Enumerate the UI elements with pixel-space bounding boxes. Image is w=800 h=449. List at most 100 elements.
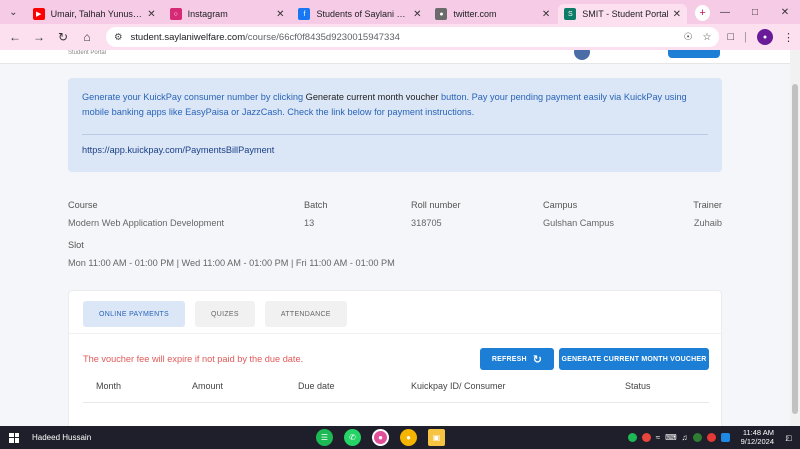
page-scrollbar[interactable]: [790, 50, 800, 426]
column-amount: Amount: [192, 381, 224, 391]
refresh-label: REFRESH: [491, 355, 527, 363]
scrollbar-thumb[interactable]: [792, 84, 798, 414]
roll-label: Roll number: [411, 200, 461, 210]
course-label: Course: [68, 200, 98, 210]
clock-time: 11:48 AM: [742, 428, 774, 437]
spotify-icon[interactable]: ☰: [316, 429, 333, 446]
tab-close-icon[interactable]: ✕: [147, 9, 155, 20]
chrome-icon[interactable]: ●: [400, 429, 417, 446]
trainer-label: Trainer: [693, 200, 722, 210]
system-tray: ≈ ⌨ ♫ 11:48 AM 9/12/2024: [627, 428, 774, 446]
taskbar-apps: ☰ ✆ ● ● ▣: [316, 429, 445, 446]
voucher-expiry-warning: The voucher fee will expire if not paid …: [83, 354, 304, 364]
smit-icon: S: [564, 8, 577, 20]
app-tray-icon[interactable]: [720, 432, 730, 442]
browser-tab-twitter[interactable]: ● twitter.com ✕: [429, 4, 556, 24]
spotify-tray-icon[interactable]: [627, 432, 637, 442]
instagram-icon: ○: [169, 8, 182, 20]
course-field: Course Modern Web Application Developmen…: [68, 200, 224, 228]
file-explorer-icon[interactable]: ▣: [428, 429, 445, 446]
color-tray-icon[interactable]: [706, 432, 716, 442]
browser-tab-facebook[interactable]: f Students of Saylani Mass IT ✕: [292, 4, 427, 24]
site-info-icon[interactable]: ⚙: [114, 32, 123, 43]
facebook-icon: f: [298, 8, 311, 20]
chrome-tray-icon[interactable]: [641, 432, 651, 442]
browser-tab-smit[interactable]: S SMIT - Student Portal ✕: [558, 4, 688, 24]
wifi-icon[interactable]: ≈: [656, 433, 660, 442]
trainer-field: Trainer Zuhaib: [693, 200, 722, 228]
tab-close-icon[interactable]: ✕: [413, 9, 421, 20]
generate-voucher-button[interactable]: GENERATE CURRENT MONTH VOUCHER: [559, 348, 709, 370]
taskbar-user-name[interactable]: Hadeed Hussain: [32, 433, 91, 442]
browser-toolbar: ← → ↻ ⌂ ⚙ student.saylaniwelfare.com/cou…: [0, 24, 800, 50]
clock-date: 9/12/2024: [740, 437, 774, 446]
info-divider: [82, 134, 708, 135]
home-icon[interactable]: ⌂: [78, 28, 96, 46]
window-controls: — □ ✕: [710, 0, 800, 24]
tab-quizes[interactable]: QUIZES: [194, 301, 255, 327]
keyboard-icon[interactable]: ⌨: [665, 433, 677, 442]
toolbar-divider: |: [744, 31, 747, 43]
tab-search-chevron-icon[interactable]: ⌄: [4, 2, 23, 22]
batch-value: 13: [304, 218, 315, 228]
portal-header: Student Portal: [0, 50, 790, 64]
browser-menu-icon[interactable]: ⋮: [783, 31, 794, 44]
profile-avatar[interactable]: ●: [757, 29, 773, 45]
browser-tab-instagram[interactable]: ○ Instagram ✕: [164, 4, 291, 24]
taskbar-clock[interactable]: 11:48 AM 9/12/2024: [741, 428, 774, 446]
info-text: Generate your KuickPay consumer number b…: [82, 90, 708, 120]
incognito-eye-icon[interactable]: ☉: [684, 32, 693, 43]
tab-close-icon[interactable]: ✕: [542, 9, 550, 20]
tab-label: Umair, Talhah Yunus, CALM: [50, 9, 144, 19]
maximize-icon[interactable]: □: [740, 7, 770, 18]
header-button[interactable]: [668, 50, 720, 58]
minimize-icon[interactable]: —: [710, 7, 740, 18]
batch-label: Batch: [304, 200, 328, 210]
tab-label: twitter.com: [453, 9, 497, 19]
globe-icon: ●: [435, 8, 448, 20]
back-arrow-icon[interactable]: ←: [6, 28, 24, 46]
column-due-date: Due date: [298, 381, 335, 391]
campus-value: Gulshan Campus: [543, 218, 614, 228]
roll-value: 318705: [411, 218, 442, 228]
new-tab-plus-icon[interactable]: +: [695, 5, 710, 21]
campus-label: Campus: [543, 200, 578, 210]
info-highlight: Generate current month voucher: [305, 92, 439, 102]
tab-attendance[interactable]: ATTENDANCE: [264, 301, 347, 327]
start-button[interactable]: [0, 426, 28, 449]
campus-field: Campus Gulshan Campus: [543, 200, 614, 228]
chrome-pink-icon[interactable]: ●: [372, 429, 389, 446]
tab-label: Students of Saylani Mass IT: [316, 9, 410, 19]
page-viewport: Student Portal Generate your KuickPay co…: [0, 50, 790, 426]
header-user-avatar[interactable]: [574, 50, 590, 60]
trainer-value: Zuhaib: [693, 218, 722, 228]
bookmark-star-icon[interactable]: ☆: [703, 32, 712, 43]
tab-close-icon[interactable]: ✕: [673, 9, 681, 20]
notification-count: 2: [785, 436, 789, 443]
refresh-button[interactable]: REFRESH ↻: [480, 348, 554, 370]
volume-icon[interactable]: ♫: [682, 433, 688, 442]
browser-tab-youtube[interactable]: ▶ Umair, Talhah Yunus, CALM ✕: [27, 4, 162, 24]
column-kuickpay-id: Kuickpay ID/ Consumer: [411, 381, 506, 391]
portal-logo-text: Student Portal: [68, 50, 107, 56]
forward-arrow-icon[interactable]: →: [30, 28, 48, 46]
refresh-icon: ↻: [532, 353, 543, 366]
slot-label: Slot: [68, 240, 84, 250]
slot-value: Mon 11:00 AM - 01:00 PM | Wed 11:00 AM -…: [68, 258, 395, 268]
notification-icon[interactable]: □ 2: [781, 431, 794, 444]
security-tray-icon[interactable]: [692, 432, 702, 442]
address-bar[interactable]: ⚙ student.saylaniwelfare.com/course/66cf…: [106, 27, 720, 47]
close-window-icon[interactable]: ✕: [770, 7, 800, 18]
browser-tab-strip: ⌄ ▶ Umair, Talhah Yunus, CALM ✕ ○ Instag…: [0, 0, 800, 24]
tab-online-payments[interactable]: ONLINE PAYMENTS: [83, 301, 185, 327]
column-status: Status: [625, 381, 651, 391]
roll-field: Roll number 318705: [411, 200, 461, 228]
tab-close-icon[interactable]: ✕: [276, 9, 284, 20]
info-text-part: Generate your KuickPay consumer number b…: [82, 92, 306, 102]
kuickpay-link[interactable]: https://app.kuickpay.com/PaymentsBillPay…: [82, 145, 708, 155]
extensions-puzzle-icon[interactable]: □: [727, 31, 734, 43]
reload-icon[interactable]: ↻: [54, 28, 72, 46]
slot-field: Slot Mon 11:00 AM - 01:00 PM | Wed 11:00…: [68, 240, 395, 268]
whatsapp-icon[interactable]: ✆: [344, 429, 361, 446]
portal-tabs: ONLINE PAYMENTS QUIZES ATTENDANCE: [83, 301, 347, 327]
